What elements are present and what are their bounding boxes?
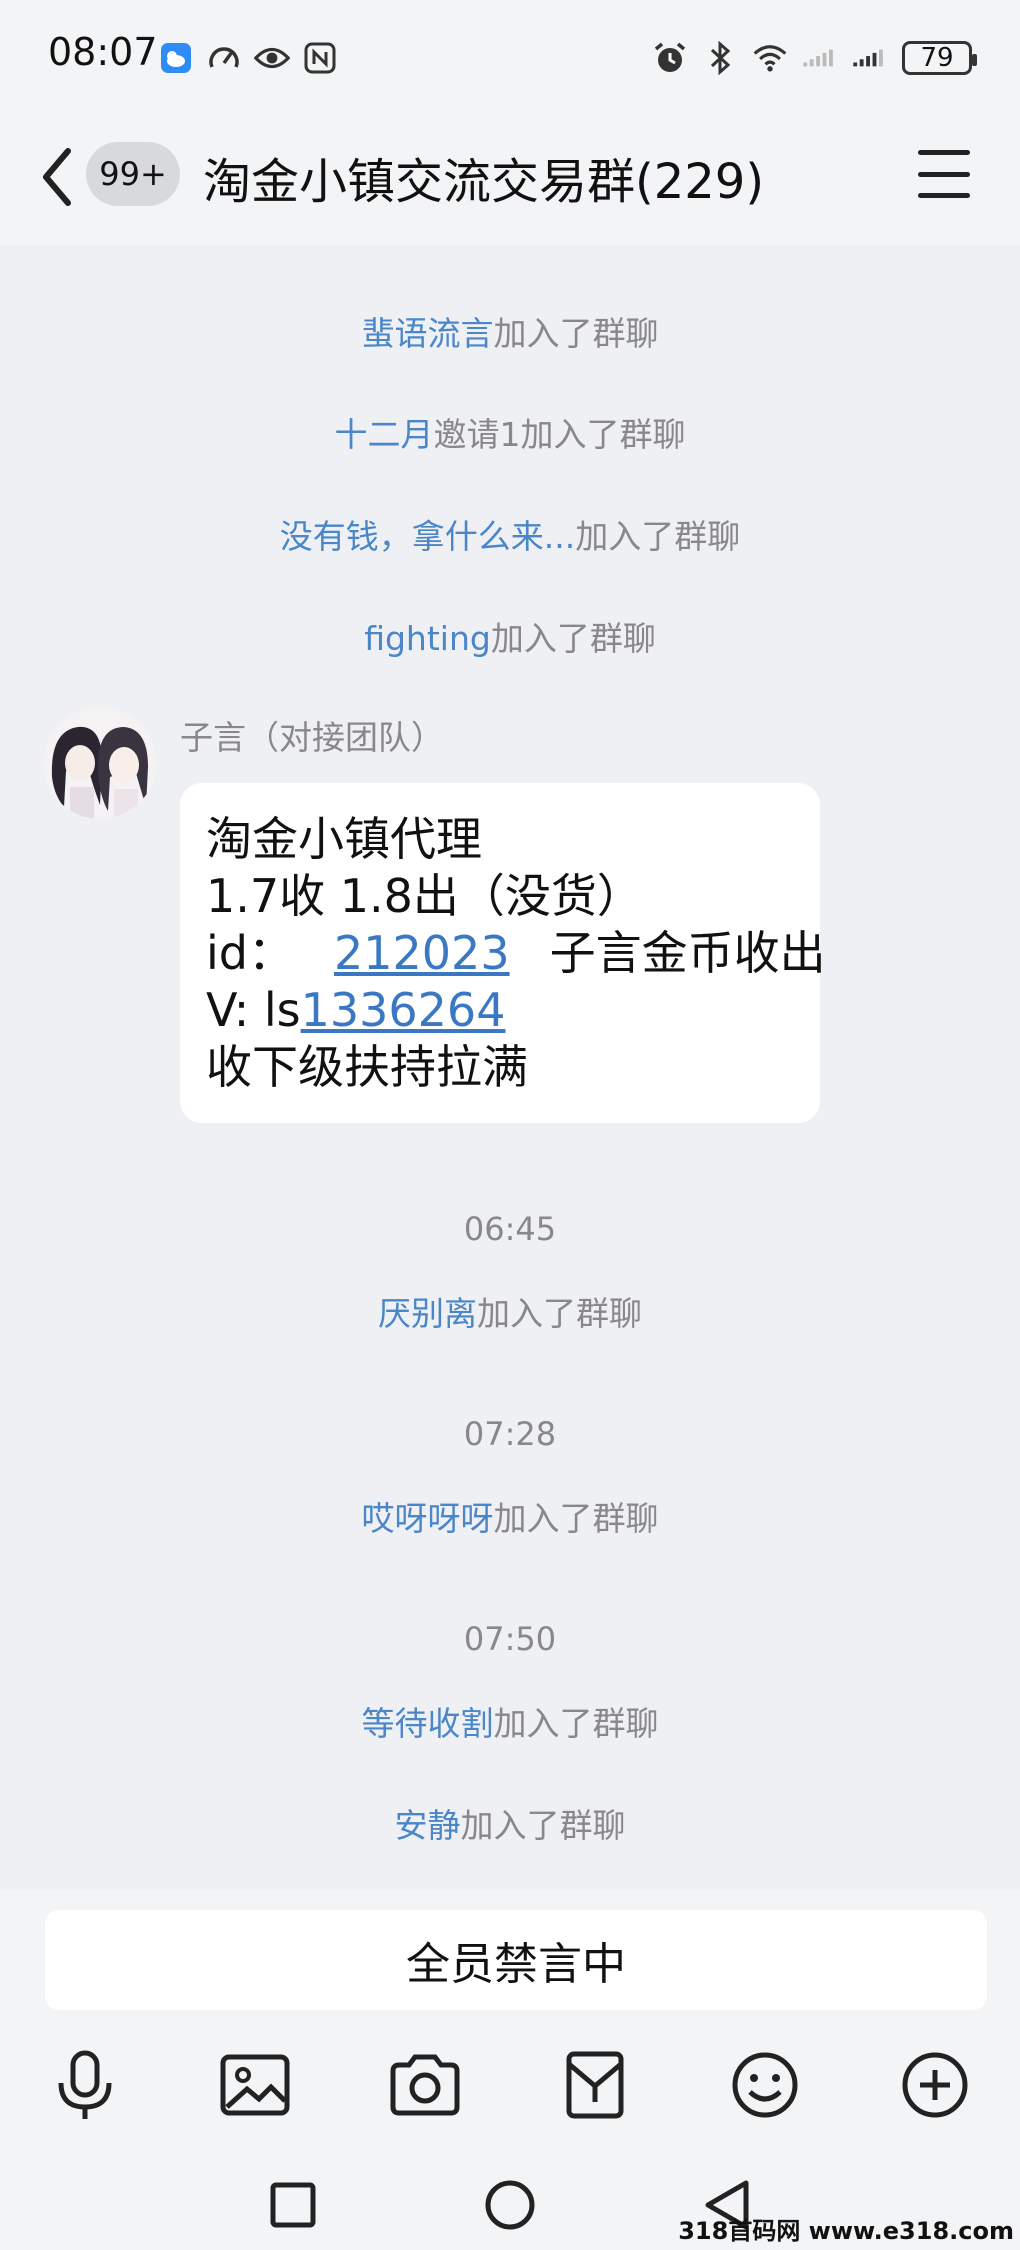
member-name-link[interactable]: fighting: [364, 619, 491, 658]
home-button[interactable]: [475, 2170, 545, 2240]
status-time: 08:07: [48, 30, 158, 74]
square-icon: [270, 2182, 316, 2228]
system-action-text: 加入了群聊: [493, 1499, 659, 1538]
wifi-icon: [752, 40, 788, 76]
muted-notice: 全员禁言中: [45, 1910, 987, 2010]
message-line: 收下级扶持拉满: [206, 1040, 528, 1094]
input-toolbar: [0, 2040, 1020, 2150]
system-message: 哎呀呀呀加入了群聊: [0, 1492, 1020, 1540]
system-action-text: 加入了群聊: [490, 619, 656, 658]
timestamp: 06:45: [463, 1210, 557, 1248]
eye-icon: [254, 40, 290, 76]
message-line: V: ls1336264: [206, 982, 794, 1039]
member-name-link[interactable]: 十二月: [335, 415, 434, 454]
alarm-icon: [652, 40, 688, 76]
system-message: 没有钱，拿什么来...加入了群聊: [0, 510, 1020, 558]
member-name-link[interactable]: 哎呀呀呀: [362, 1499, 494, 1538]
member-name-link[interactable]: 安静: [395, 1806, 461, 1845]
number-link[interactable]: 212023: [334, 926, 510, 980]
message-text: id：: [206, 926, 294, 980]
menu-icon-bar: [918, 171, 970, 177]
system-action-text: 加入了群聊: [493, 314, 659, 353]
microphone-icon[interactable]: [40, 2040, 130, 2130]
member-name-link[interactable]: 等待收割: [362, 1704, 494, 1743]
signal-icon: [802, 40, 838, 76]
system-action-text: 加入了群聊: [460, 1806, 626, 1845]
back-button[interactable]: [40, 142, 90, 212]
bluetooth-icon: [702, 40, 738, 76]
system-action-text: 加入了群聊: [477, 1294, 642, 1333]
timestamp: 07:50: [463, 1620, 557, 1658]
menu-button[interactable]: [918, 150, 970, 198]
system-action-text: 加入了群聊: [493, 1704, 659, 1743]
timestamp: 07:28: [463, 1415, 557, 1453]
message-text: 子言金币收出: [549, 926, 826, 980]
system-action-text: 加入了群聊: [575, 517, 741, 556]
nfc-icon: [302, 40, 338, 76]
member-name-link[interactable]: 蜚语流言: [362, 314, 494, 353]
number-link[interactable]: 1336264: [301, 983, 506, 1037]
menu-icon-bar: [918, 150, 970, 155]
input-area: 全员禁言中 318首码网 www.e318.com: [0, 1890, 1020, 2250]
red-packet-icon[interactable]: [550, 2040, 640, 2130]
message-bubble[interactable]: 淘金小镇代理 1.7收 1.8出（没货） id： 212023 子言金币收出 V: …: [180, 783, 826, 1123]
system-action-text: 邀请1加入了群聊: [433, 415, 686, 454]
system-message: 等待收割加入了群聊: [0, 1697, 1020, 1745]
emoji-icon[interactable]: [720, 2040, 810, 2130]
sender-name[interactable]: 子言（对接团队）: [180, 711, 444, 759]
system-message: 蜚语流言加入了群聊: [0, 307, 1020, 355]
system-message: 十二月邀请1加入了群聊: [0, 408, 1020, 456]
system-message: 安静加入了群聊: [0, 1799, 1020, 1847]
circle-icon: [485, 2180, 535, 2230]
signal-icon: [852, 40, 888, 76]
system-message: 厌别离加入了群聊: [0, 1287, 1020, 1335]
message-text: V: ls: [206, 983, 301, 1037]
camera-icon[interactable]: [380, 2040, 470, 2130]
message-line: 1.7收 1.8出（没货）: [206, 869, 643, 923]
recent-apps-button[interactable]: [258, 2170, 328, 2240]
plus-icon[interactable]: [890, 2040, 980, 2130]
weather-app-icon: [158, 40, 194, 76]
message-line: id： 212023 子言金币收出: [206, 925, 826, 982]
battery-indicator: 79: [902, 41, 977, 75]
chevron-left-icon: [43, 148, 71, 206]
chat-header: 99+ 淘金小镇交流交易群(229): [0, 120, 1020, 245]
menu-icon-bar: [918, 193, 970, 198]
message-line: 淘金小镇代理: [206, 812, 482, 866]
page-title[interactable]: 淘金小镇交流交易群(229): [203, 142, 764, 212]
speed-icon: [206, 40, 242, 76]
status-bar: 08:07 79: [0, 0, 1020, 120]
member-name-link[interactable]: 没有钱，拿什么来...: [280, 517, 575, 556]
avatar[interactable]: [44, 707, 156, 819]
member-name-link[interactable]: 厌别离: [378, 1294, 477, 1333]
system-message: fighting加入了群聊: [0, 612, 1020, 660]
chat-area[interactable]: 蜚语流言加入了群聊 十二月邀请1加入了群聊 没有钱，拿什么来...加入了群聊 f…: [0, 245, 1020, 1890]
unread-badge[interactable]: 99+: [86, 142, 180, 206]
watermark: 318首码网 www.e318.com: [678, 2217, 1014, 2245]
image-icon[interactable]: [210, 2040, 300, 2130]
